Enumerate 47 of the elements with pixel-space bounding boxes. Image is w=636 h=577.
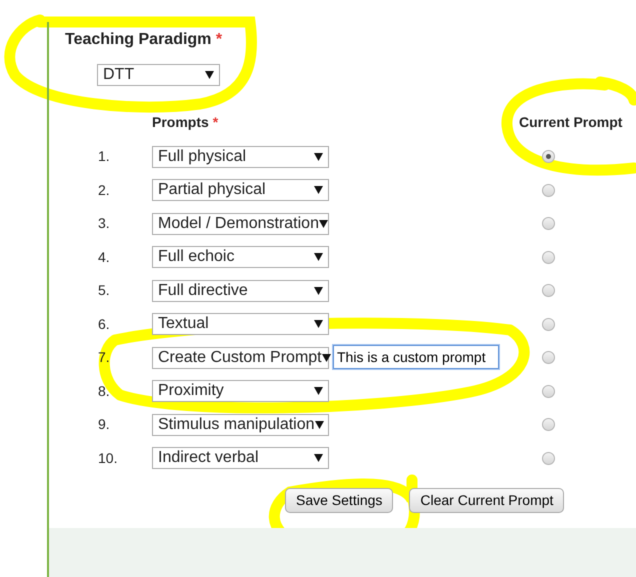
radio-button[interactable] — [542, 184, 555, 197]
caret-icon — [314, 387, 323, 396]
caret-icon — [314, 253, 323, 262]
column-header: Current Prompt — [519, 113, 622, 132]
prompt-dropdown[interactable]: Full directive — [152, 280, 329, 302]
caret-icon — [314, 454, 323, 462]
radio-button[interactable] — [542, 217, 555, 230]
clear-button[interactable]: Clear Current Prompt — [409, 488, 564, 513]
custom-prompt-field[interactable]: This is a custom prompt — [333, 345, 499, 370]
prompt-dropdown[interactable]: Indirect verbal — [152, 447, 329, 470]
radio-button[interactable] — [542, 318, 555, 331]
row-number: 2. — [98, 180, 111, 200]
column-header: Prompts * — [152, 113, 218, 132]
prompt-dropdown[interactable]: Full echoic — [152, 246, 329, 268]
row-number: 5. — [98, 281, 111, 300]
radio-button[interactable] — [542, 284, 555, 298]
save-button[interactable]: Save Settings — [285, 488, 394, 513]
row-number: 4. — [98, 248, 111, 267]
prompt-dropdown[interactable]: Proximity — [152, 380, 329, 402]
row-number: 8. — [98, 382, 111, 401]
radio-button[interactable] — [542, 384, 555, 398]
caret-icon — [205, 71, 214, 79]
prompt-dropdown[interactable]: Textual — [152, 313, 329, 336]
prompt-dropdown[interactable]: Create Custom Prompt — [152, 346, 329, 369]
row-number: 10. — [98, 448, 118, 468]
caret-icon — [314, 286, 323, 295]
caret-icon — [322, 354, 331, 362]
radio-button[interactable] — [542, 351, 555, 364]
radio-button[interactable] — [542, 150, 555, 164]
caret-icon — [314, 320, 323, 328]
radio-button[interactable] — [542, 250, 555, 264]
prompt-dropdown[interactable]: Model / Demonstration — [152, 212, 329, 235]
section-title: Teaching Paradigm * — [65, 31, 224, 49]
caret-icon — [314, 186, 323, 194]
row-number: 1. — [98, 147, 111, 166]
caret-icon — [314, 420, 324, 429]
prompt-dropdown[interactable]: Partial physical — [152, 179, 329, 202]
radio-button[interactable] — [542, 418, 555, 432]
row-number: 9. — [98, 415, 111, 434]
row-number: 3. — [98, 214, 111, 234]
caret-icon — [314, 152, 323, 161]
caret-icon — [318, 220, 328, 228]
paradigm-dropdown[interactable]: DTT — [97, 64, 220, 86]
radio-button[interactable] — [542, 452, 555, 465]
prompt-dropdown[interactable]: Stimulus manipulation — [152, 414, 329, 436]
row-number: 6. — [98, 314, 111, 334]
prompt-dropdown[interactable]: Full physical — [152, 146, 329, 168]
